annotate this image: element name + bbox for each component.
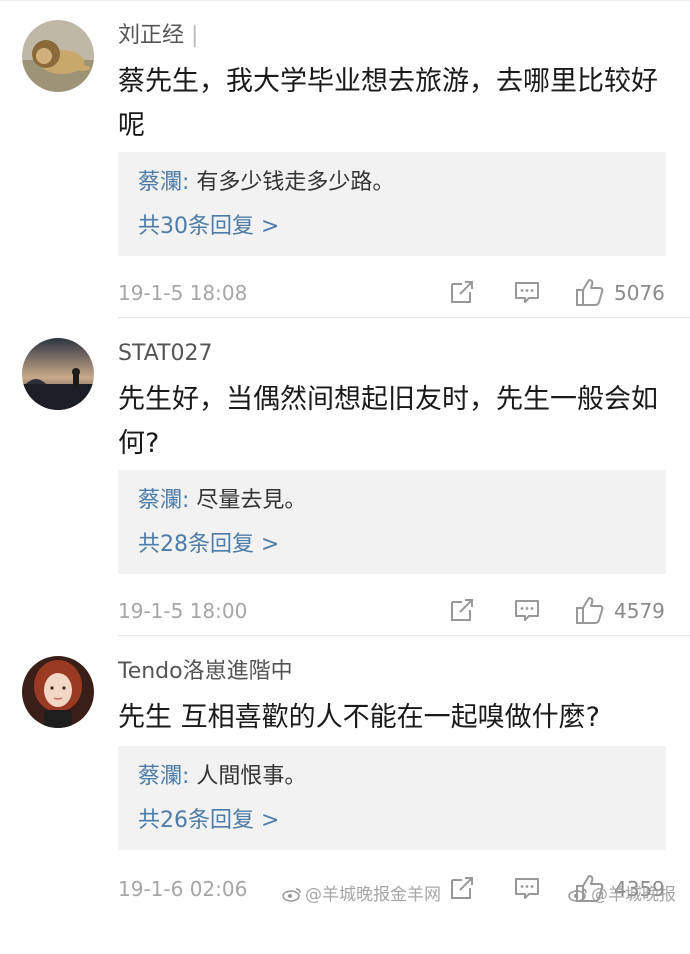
like-count: 4579 bbox=[614, 599, 665, 623]
share-icon[interactable] bbox=[448, 874, 476, 902]
comment-item: 刘正经 | 蔡先生，我大学毕业想去旅游，去哪里比较好呢 蔡瀾: 有多少钱走多少路… bbox=[0, 0, 690, 318]
comment-icon[interactable] bbox=[513, 278, 541, 306]
reply-content: 有多少钱走多少路。 bbox=[196, 170, 395, 195]
reply-separator: : bbox=[182, 170, 197, 195]
like-count: 5076 bbox=[614, 281, 665, 305]
timestamp: 19-1-5 18:00 bbox=[118, 599, 248, 623]
view-replies-link[interactable]: 共30条回复 > bbox=[138, 212, 279, 242]
lion-avatar-icon bbox=[22, 20, 94, 92]
reply-author[interactable]: 蔡瀾 bbox=[138, 170, 182, 195]
share-icon[interactable] bbox=[448, 278, 476, 306]
watermark-right-text: @羊城晚报 bbox=[591, 885, 676, 905]
comment-text: 蔡先生，我大学毕业想去旅游，去哪里比较好呢 bbox=[118, 66, 658, 141]
like-icon[interactable] bbox=[574, 594, 606, 626]
avatar[interactable] bbox=[22, 338, 94, 410]
reply-author[interactable]: 蔡瀾 bbox=[138, 764, 182, 789]
watermark-right: @羊城晚报 bbox=[568, 884, 676, 906]
weibo-logo-icon bbox=[282, 888, 301, 902]
comment-meta: 19-1-5 18:08 5076 bbox=[118, 278, 666, 308]
like-icon[interactable] bbox=[574, 276, 606, 308]
watermark-left: @羊城晚报金羊网 bbox=[282, 884, 441, 906]
comment-text: 先生 互相喜歡的人不能在一起嗅做什麼? bbox=[118, 702, 600, 733]
view-replies-link[interactable]: 共26条回复 > bbox=[138, 806, 279, 836]
avatar[interactable] bbox=[22, 20, 94, 92]
view-replies-link[interactable]: 共28条回复 > bbox=[138, 530, 279, 560]
watermark-left-text: @羊城晚报金羊网 bbox=[305, 885, 441, 905]
reply-separator: : bbox=[182, 488, 197, 513]
reply-author[interactable]: 蔡瀾 bbox=[138, 488, 182, 513]
comment-icon[interactable] bbox=[513, 874, 541, 902]
reply-content: 人間恨事。 bbox=[196, 764, 307, 789]
portrait-avatar-icon bbox=[22, 656, 94, 728]
reply-line: 蔡瀾: 人間恨事。 bbox=[138, 762, 306, 792]
reply-box[interactable]: 蔡瀾: 尽量去見。 共28条回复 > bbox=[118, 470, 666, 574]
comment-item: STAT027 先生好，当偶然间想起旧友时，先生一般会如何? 蔡瀾: 尽量去見。… bbox=[0, 318, 690, 636]
avatar[interactable] bbox=[22, 656, 94, 728]
reply-line: 蔡瀾: 有多少钱走多少路。 bbox=[138, 168, 394, 198]
username[interactable]: 刘正经 | bbox=[118, 22, 198, 50]
reply-separator: : bbox=[182, 764, 197, 789]
share-icon[interactable] bbox=[448, 596, 476, 624]
reply-line: 蔡瀾: 尽量去見。 bbox=[138, 486, 306, 516]
username[interactable]: STAT027 bbox=[118, 340, 212, 368]
comment-meta: 19-1-5 18:00 4579 bbox=[118, 596, 666, 626]
weibo-logo-icon bbox=[568, 888, 587, 902]
sunset-avatar-icon bbox=[22, 338, 94, 410]
timestamp: 19-1-6 02:06 bbox=[118, 877, 248, 901]
username[interactable]: Tendo洛崽進階中 bbox=[118, 658, 293, 686]
reply-box[interactable]: 蔡瀾: 有多少钱走多少路。 共30条回复 > bbox=[118, 152, 666, 256]
comment-icon[interactable] bbox=[513, 596, 541, 624]
comment-text: 先生好，当偶然间想起旧友时，先生一般会如何? bbox=[118, 384, 658, 459]
reply-box[interactable]: 蔡瀾: 人間恨事。 共26条回复 > bbox=[118, 746, 666, 850]
comment-item: Tendo洛崽進階中 先生 互相喜歡的人不能在一起嗅做什麼? 蔡瀾: 人間恨事。… bbox=[0, 636, 690, 954]
username-text[interactable]: 刘正经 bbox=[118, 23, 184, 48]
timestamp: 19-1-5 18:08 bbox=[118, 281, 248, 305]
reply-content: 尽量去見。 bbox=[196, 488, 307, 513]
